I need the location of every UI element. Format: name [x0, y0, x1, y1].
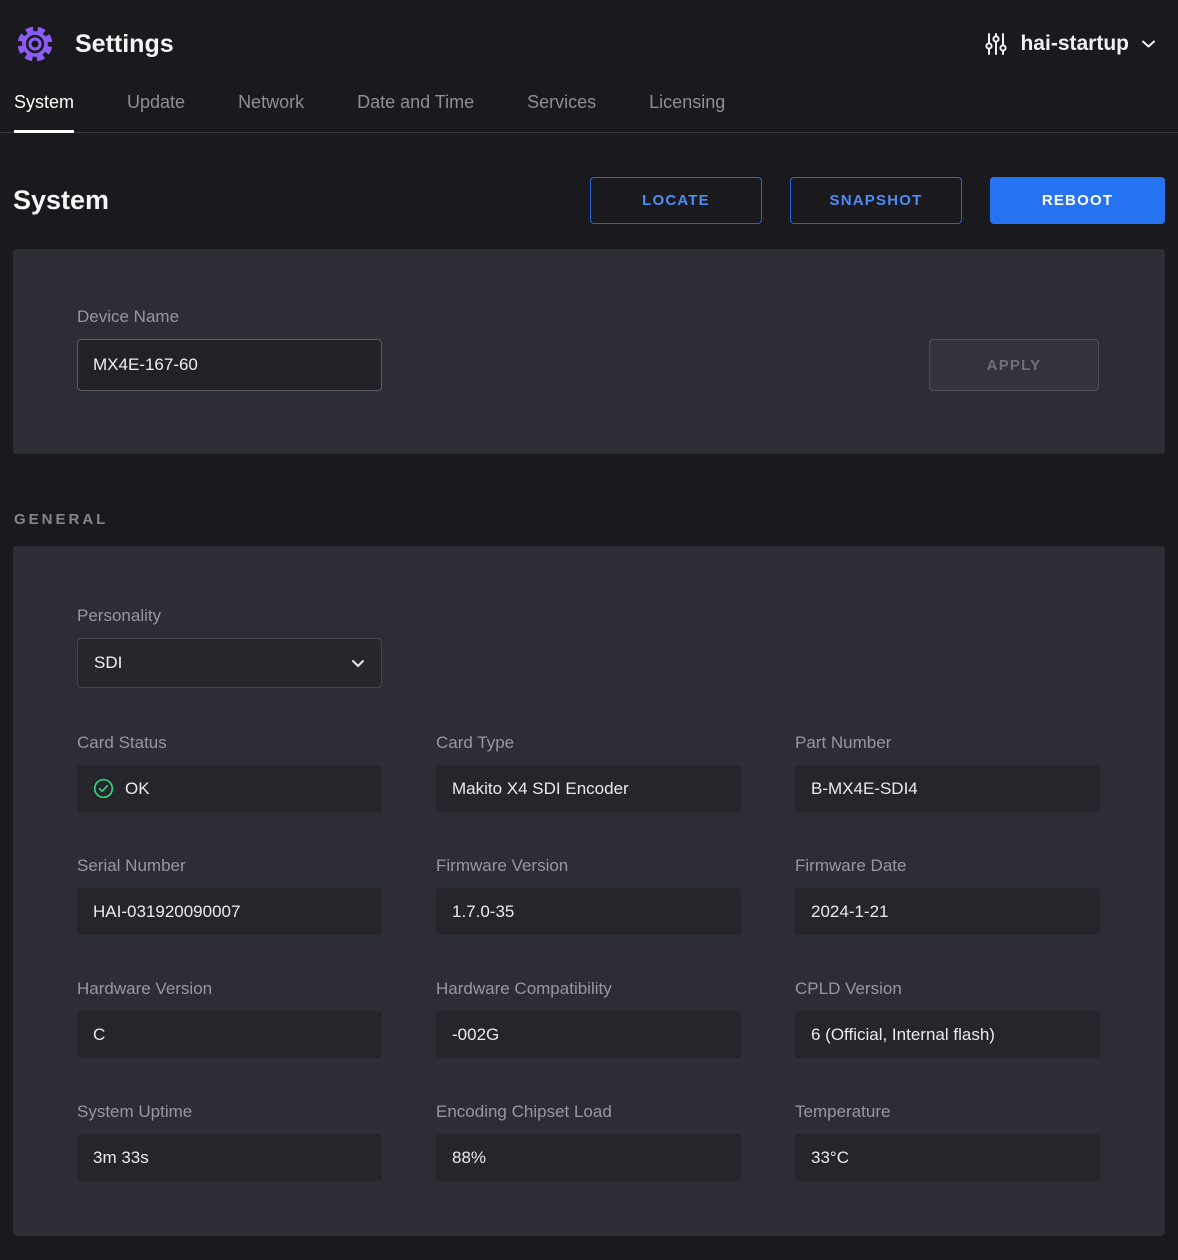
tab-network[interactable]: Network — [238, 86, 304, 132]
hardware-compatibility-value: -002G — [436, 1011, 741, 1058]
personality-group: Personality SDI — [77, 606, 1101, 688]
personality-select[interactable]: SDI — [77, 638, 382, 688]
field-hardware-version: Hardware Version C — [77, 979, 382, 1058]
temperature-value: 33°C — [795, 1134, 1100, 1181]
hardware-version-value: C — [77, 1011, 382, 1058]
serial-number-value: HAI-031920090007 — [77, 888, 382, 935]
tab-system[interactable]: System — [14, 86, 74, 132]
field-system-uptime: System Uptime 3m 33s — [77, 1102, 382, 1181]
field-serial-number: Serial Number HAI-031920090007 — [77, 856, 382, 935]
device-selector-menu[interactable]: hai-startup — [984, 31, 1156, 57]
encoding-chipset-load-value: 88% — [436, 1134, 741, 1181]
tab-services[interactable]: Services — [527, 86, 596, 132]
field-temperature: Temperature 33°C — [795, 1102, 1100, 1181]
tab-update[interactable]: Update — [127, 86, 185, 132]
field-firmware-version: Firmware Version 1.7.0-35 — [436, 856, 741, 935]
chevron-down-icon — [351, 659, 365, 668]
check-circle-icon — [93, 778, 114, 799]
field-firmware-date: Firmware Date 2024-1-21 — [795, 856, 1100, 935]
firmware-version-value: 1.7.0-35 — [436, 888, 741, 935]
chevron-down-icon — [1141, 39, 1156, 49]
page-app-title: Settings — [75, 30, 174, 59]
firmware-date-value: 2024-1-21 — [795, 888, 1100, 935]
device-name-label: Device Name — [77, 307, 382, 327]
general-card: Personality SDI Card Status OK — [13, 546, 1165, 1236]
page-title: System — [13, 185, 109, 216]
reboot-button[interactable]: REBOOT — [990, 177, 1165, 224]
tab-licensing[interactable]: Licensing — [649, 86, 725, 132]
general-fields-grid: Card Status OK Card Type Makito X4 SDI E… — [77, 733, 1101, 1181]
app-header: Settings hai-startup — [0, 0, 1178, 86]
snapshot-button[interactable]: SNAPSHOT — [790, 177, 962, 224]
tab-date-and-time[interactable]: Date and Time — [357, 86, 474, 132]
page-head: System LOCATE SNAPSHOT REBOOT — [13, 177, 1165, 224]
card-status-value: OK — [77, 765, 382, 812]
sliders-icon — [984, 31, 1008, 57]
field-part-number: Part Number B-MX4E-SDI4 — [795, 733, 1100, 812]
settings-tab-bar: System Update Network Date and Time Serv… — [0, 86, 1178, 133]
settings-gear-icon — [13, 22, 57, 66]
apply-button[interactable]: APPLY — [929, 339, 1099, 391]
personality-value: SDI — [94, 653, 122, 673]
cpld-version-value: 6 (Official, Internal flash) — [795, 1011, 1100, 1058]
system-uptime-value: 3m 33s — [77, 1134, 382, 1181]
locate-button[interactable]: LOCATE — [590, 177, 762, 224]
general-section-label: GENERAL — [14, 511, 1164, 528]
part-number-value: B-MX4E-SDI4 — [795, 765, 1100, 812]
card-type-value: Makito X4 SDI Encoder — [436, 765, 741, 812]
field-card-type: Card Type Makito X4 SDI Encoder — [436, 733, 741, 812]
device-name-card: Device Name APPLY — [13, 249, 1165, 454]
field-hardware-compatibility: Hardware Compatibility -002G — [436, 979, 741, 1058]
field-card-status: Card Status OK — [77, 733, 382, 812]
personality-label: Personality — [77, 606, 1101, 626]
device-name-input[interactable] — [77, 339, 382, 391]
field-encoding-chipset-load: Encoding Chipset Load 88% — [436, 1102, 741, 1181]
device-menu-label: hai-startup — [1020, 32, 1129, 56]
field-cpld-version: CPLD Version 6 (Official, Internal flash… — [795, 979, 1100, 1058]
